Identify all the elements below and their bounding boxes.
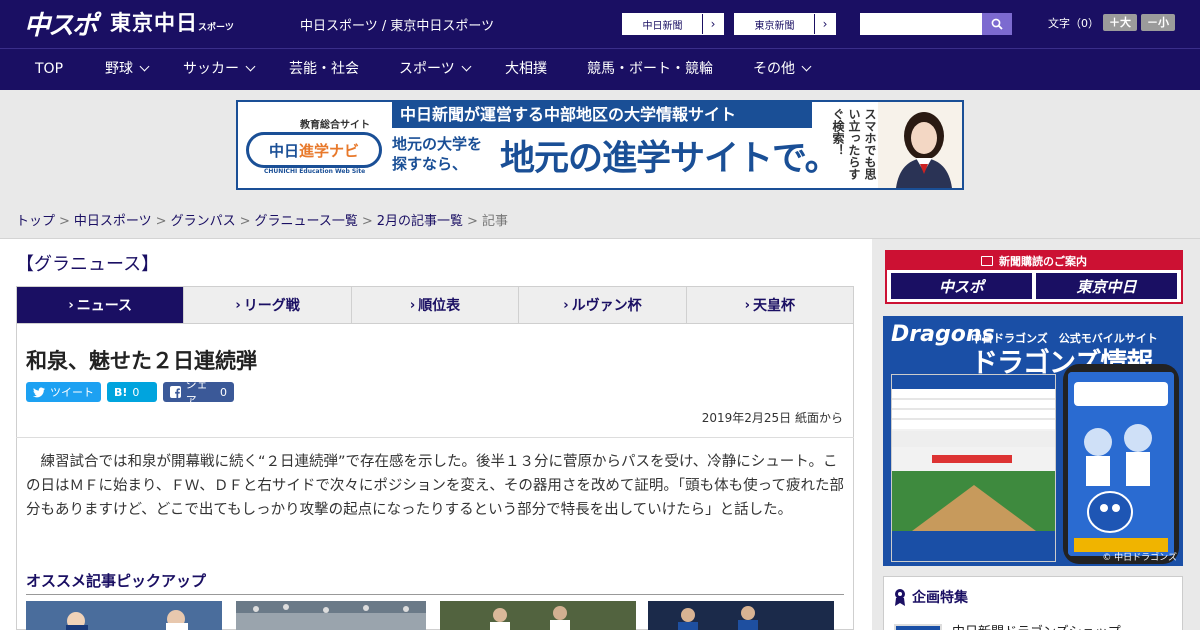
chevron-right-icon: › xyxy=(68,297,74,313)
article-paragraph: 練習試合では和泉が開幕戦に続く“２日連続弾”で存在感を示した。後半１３分に菅原か… xyxy=(26,454,844,518)
search-button[interactable] xyxy=(982,13,1012,35)
facebook-share-button[interactable]: シェア 0 xyxy=(163,378,234,407)
pickup-thumbnail[interactable] xyxy=(236,601,432,630)
breadcrumb-february-list[interactable]: 2月の記事一覧 xyxy=(377,214,463,229)
tweet-button[interactable]: ツイート xyxy=(26,382,101,402)
tab-levain-cup[interactable]: › ルヴァン杯 xyxy=(518,287,685,323)
pickup-thumbnail[interactable] xyxy=(440,601,636,630)
tokyo-shimbun-button[interactable]: 東京新聞 › xyxy=(734,13,836,35)
shop-thumbnail xyxy=(894,623,942,630)
top-header: 中スポ 東京中日スポーツ 中日スポーツ / 東京中日スポーツ 中日新聞 › 東京… xyxy=(0,0,1200,48)
font-size-control: 文字（0） ＋大 －小 xyxy=(1048,14,1175,31)
search-input[interactable] xyxy=(860,13,982,35)
twitter-icon xyxy=(33,387,45,397)
banner-vertical-copy: スマホでも思い立ったらすぐ検索！ xyxy=(831,108,877,180)
article-body: 練習試合では和泉が開幕戦に続く“２日連続弾”で存在感を示した。後半１３分に菅原か… xyxy=(26,450,844,522)
chevron-down-icon xyxy=(461,61,472,72)
font-size-label: 文字（0） xyxy=(1048,16,1099,30)
chevron-down-icon xyxy=(245,61,256,72)
special-feature-heading: 企画特集 xyxy=(894,587,968,607)
banner-small-copy: 地元の大学を 探すなら、 xyxy=(392,135,483,173)
tab-emperors-cup[interactable]: › 天皇杯 xyxy=(685,287,853,323)
hatena-icon: B! xyxy=(114,385,128,399)
breadcrumb-top[interactable]: トップ xyxy=(16,214,55,229)
site-logo[interactable]: 中スポ 東京中日スポーツ xyxy=(24,8,234,43)
banner-big-copy: 地元の進学サイトで。 xyxy=(500,139,840,179)
subscription-heading: 新聞購読のご案内 xyxy=(887,252,1181,270)
logo-tokyo-chunichi: 東京中日スポーツ xyxy=(110,11,234,35)
banner-headline: 中日新聞が運営する中部地区の大学情報サイト xyxy=(392,102,812,128)
menu-item-racing[interactable]: 競馬・ボート・競輪 xyxy=(587,49,713,90)
site-name: 中日スポーツ / 東京中日スポーツ xyxy=(300,19,495,34)
dragons-score-screen xyxy=(891,374,1056,562)
article-title: 和泉、魅せた２日連続弾 xyxy=(26,349,257,373)
chunichi-shimbun-button[interactable]: 中日新聞 › xyxy=(622,13,724,35)
breadcrumb-grampus[interactable]: グランパス xyxy=(171,214,236,229)
chevron-down-icon xyxy=(139,61,150,72)
main-menu: TOP 野球 サッカー 芸能・社会 スポーツ 大相撲 競馬・ボート・競輪 その他 xyxy=(0,48,1200,90)
category-tabs: › ニュース › リーグ戦 › 順位表 › ルヴァン杯 › 天皇杯 xyxy=(16,286,854,324)
ribbon-icon xyxy=(895,589,905,606)
breadcrumb-granews-list[interactable]: グラニュース一覧 xyxy=(255,214,358,229)
shingaku-navi-banner[interactable]: 教育総合サイト 中日 進学ナビ CHUNICHI Education Web Si… xyxy=(236,100,964,190)
breadcrumb-current: 記事 xyxy=(481,214,508,229)
chevron-right-icon: › xyxy=(409,297,416,313)
menu-item-sumo[interactable]: 大相撲 xyxy=(505,49,547,90)
pickup-thumbnail[interactable] xyxy=(648,601,844,630)
chevron-down-icon xyxy=(801,61,812,72)
subscription-banner[interactable]: 新聞購読のご案内 中スポ 東京中日 xyxy=(885,250,1183,304)
dragons-mobile-banner[interactable]: Dragons 中日ドラゴンズ 公式モバイルサイト ドラゴンズ情報 © 中日ドラ… xyxy=(883,316,1183,566)
tab-news[interactable]: › ニュース xyxy=(17,287,184,323)
shingaku-navi-logo: 中日 進学ナビ xyxy=(246,132,382,168)
breadcrumb-chunichi-sports[interactable]: 中日スポーツ xyxy=(74,214,152,229)
search-form xyxy=(860,13,1012,35)
facebook-icon xyxy=(170,386,181,398)
divider xyxy=(16,437,854,438)
article-date: 2019年2月25日 紙面から xyxy=(701,411,843,425)
pickup-thumbnail[interactable] xyxy=(26,601,222,630)
chevron-right-icon: › xyxy=(744,297,750,313)
subscribe-chuspo[interactable]: 中スポ xyxy=(891,273,1032,299)
breadcrumb: トップ > 中日スポーツ > グランパス > グラニュース一覧 >2月の記事一覧 > 記事 xyxy=(16,214,508,229)
menu-item-other[interactable]: その他 xyxy=(753,49,812,90)
phone-illustration xyxy=(1063,364,1179,564)
search-icon xyxy=(991,18,1003,30)
category-title: 【グラニュース】 xyxy=(16,254,160,275)
special-feature-box: 企画特集 中日新聞ドラゴンズショップ xyxy=(883,576,1183,630)
tab-league[interactable]: › リーグ戦 xyxy=(183,287,350,323)
logo-chuspo: 中スポ xyxy=(24,10,98,41)
newspaper-icon xyxy=(981,256,993,266)
banner-logo-area: 教育総合サイト 中日 進学ナビ CHUNICHI Education Web Si… xyxy=(238,102,388,188)
special-feature-link[interactable]: 中日新聞ドラゴンズショップ xyxy=(894,621,1121,630)
menu-item-entertainment[interactable]: 芸能・社会 xyxy=(289,49,359,90)
font-smaller-button[interactable]: －小 xyxy=(1141,14,1175,31)
chevron-right-icon: › xyxy=(235,297,241,313)
chevron-right-icon: › xyxy=(822,17,828,31)
hatena-bookmark-button[interactable]: B! 0 xyxy=(107,382,157,402)
menu-item-soccer[interactable]: サッカー xyxy=(183,49,256,90)
menu-item-top[interactable]: TOP xyxy=(35,49,63,90)
subscribe-tokyo-chunichi[interactable]: 東京中日 xyxy=(1036,273,1177,299)
chevron-right-icon: › xyxy=(710,17,716,31)
banner-student-image xyxy=(878,102,962,188)
chevron-right-icon: › xyxy=(563,297,569,313)
font-larger-button[interactable]: ＋大 xyxy=(1103,14,1137,31)
pickup-heading: オススメ記事ピックアップ xyxy=(26,570,844,595)
menu-item-sports[interactable]: スポーツ xyxy=(399,49,472,90)
menu-item-baseball[interactable]: 野球 xyxy=(105,49,150,90)
tab-standings[interactable]: › 順位表 xyxy=(350,287,518,323)
